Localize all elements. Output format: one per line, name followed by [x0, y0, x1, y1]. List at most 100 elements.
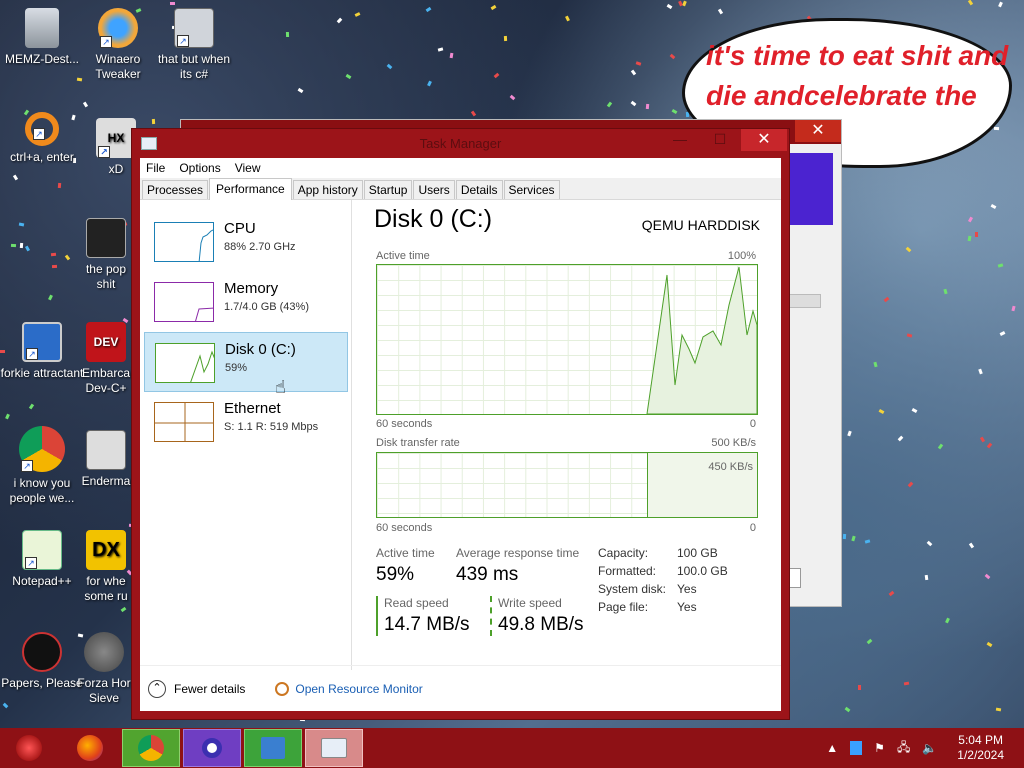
open-resource-monitor-link[interactable]: Open Resource Monitor — [295, 682, 422, 696]
task-manager-icon — [321, 738, 347, 758]
confetti-piece — [967, 235, 972, 242]
tab-startup[interactable]: Startup — [363, 180, 413, 199]
confetti-piece — [847, 430, 852, 437]
desktop-icon-forza[interactable]: Forza Hor Sieve — [76, 632, 132, 706]
read-speed-label: Read speed — [384, 596, 449, 610]
resource-name: Disk 0 (C:) — [225, 341, 296, 358]
taskbar-task-manager[interactable] — [305, 729, 363, 767]
taskbar-chrome[interactable] — [122, 729, 180, 767]
tab-performance[interactable]: Performance — [209, 178, 292, 200]
fewer-details-link[interactable]: Fewer details — [174, 682, 245, 696]
firefox-icon — [77, 735, 103, 761]
resource-ethernet[interactable]: Ethernet S: 1.1 R: 519 Mbps — [144, 392, 348, 452]
confetti-piece — [906, 333, 913, 338]
start-button[interactable] — [0, 729, 58, 767]
network-icon[interactable]: 🖧 — [897, 738, 910, 759]
flag-icon[interactable]: ⚑ — [874, 741, 885, 755]
minimize-icon[interactable]: — — [665, 129, 695, 151]
desktop-icon-csharp[interactable]: ↗ that but when its c# — [152, 8, 236, 82]
desktop-icon-pop-shit[interactable]: the pop shit — [80, 218, 132, 292]
tab-details[interactable]: Details — [455, 180, 503, 199]
chevron-up-icon[interactable]: ▲ — [826, 741, 838, 755]
confetti-piece — [24, 245, 31, 252]
confetti-piece — [926, 540, 933, 547]
confetti-piece — [986, 442, 993, 449]
transfer-rate-graph: 450 KB/s — [376, 452, 758, 518]
confetti-piece — [945, 617, 950, 624]
disk-detail-pane: Disk 0 (C:) QEMU HARDDISK Active time 10… — [372, 200, 762, 670]
taskbar-settings[interactable] — [183, 729, 241, 767]
resource-name: CPU — [224, 220, 256, 237]
desktop-icon-label: Papers, Please — [1, 676, 83, 690]
tab-users[interactable]: Users — [413, 180, 455, 199]
clock-time: 5:04 PM — [958, 733, 1003, 747]
confetti-piece — [1011, 305, 1016, 312]
resource-value: 1.7/4.0 GB (43%) — [224, 301, 309, 313]
taskbar-firefox[interactable] — [61, 729, 119, 767]
desktop-icon-for-whe[interactable]: DX for whe some ru — [80, 530, 132, 604]
desktop-icon-memz[interactable]: MEMZ-Dest... — [0, 8, 84, 67]
tab-app-history[interactable]: App history — [292, 180, 363, 199]
volume-mute-icon[interactable]: 🔈 — [922, 741, 937, 755]
confetti-piece — [974, 231, 979, 238]
confetti-piece — [878, 409, 885, 414]
menu-view[interactable]: View — [235, 161, 261, 175]
desktop-icon-ctrl-a[interactable]: ↗ ctrl+a, enter — [0, 112, 84, 165]
confetti-piece — [565, 15, 570, 22]
system-tray: ▲ ⚑ 🖧 🔈 5:04 PM 1/2/2024 — [826, 728, 1024, 768]
tab-processes[interactable]: Processes — [142, 180, 209, 199]
chevron-up-icon[interactable]: ⌃ — [148, 679, 166, 698]
keyboard-icon[interactable] — [850, 741, 863, 755]
desktop-icon-label: Embarca Dev-C+ — [81, 366, 131, 395]
maximize-icon[interactable]: ☐ — [705, 129, 735, 151]
taskbar-control-panel[interactable] — [244, 729, 302, 767]
confetti-piece — [979, 436, 986, 443]
confetti-piece — [12, 174, 19, 181]
resource-memory[interactable]: Memory 1.7/4.0 GB (43%) — [144, 272, 348, 332]
background-window-bar — [787, 294, 821, 308]
resource-cpu[interactable]: CPU 88% 2.70 GHz — [144, 212, 348, 272]
active-time-graph-duration: 60 seconds — [376, 418, 433, 430]
desktop-icon-forkie[interactable]: ↗ forkie attractant — [0, 322, 84, 381]
close-icon[interactable]: ✕ — [795, 120, 841, 142]
desktop-icon-chrome[interactable]: ↗ i know you people we... — [0, 426, 84, 506]
desktop-icon-embarcadero[interactable]: DEV Embarca Dev-C+ — [80, 322, 132, 396]
active-time-graph-label: Active time — [376, 250, 430, 262]
titlebar[interactable]: Task Manager — ☐ ✕ — [132, 129, 789, 157]
background-window-panel — [788, 153, 833, 225]
desktop-icon-notepadpp[interactable]: ↗ Notepad++ — [0, 530, 84, 589]
desktop-icon-papers-please[interactable]: Papers, Please — [0, 632, 84, 691]
clock-date: 1/2/2024 — [957, 748, 1004, 762]
confetti-piece — [449, 52, 454, 59]
confetti-piece — [19, 242, 24, 249]
write-speed-label: Write speed — [498, 596, 562, 610]
menu-options[interactable]: Options — [179, 161, 220, 175]
confetti-piece — [907, 481, 914, 488]
confetti-piece — [5, 413, 10, 420]
confetti-piece — [28, 403, 35, 410]
recycle-bin-icon — [25, 8, 59, 48]
clock[interactable]: 5:04 PM 1/2/2024 — [957, 733, 1004, 763]
flash-icon — [84, 632, 124, 672]
close-icon[interactable]: ✕ — [741, 129, 787, 151]
desktop-icon-label: Forza Hor Sieve — [77, 676, 131, 705]
confetti-piece — [297, 87, 304, 94]
confetti-piece — [64, 254, 71, 261]
disk-thumbnail-graph — [155, 343, 215, 383]
menu-file[interactable]: File — [146, 161, 165, 175]
confetti-piece — [682, 0, 687, 7]
desktop-icon-winaero[interactable]: ↗ Winaero Tweaker — [76, 8, 160, 82]
desktop-icon-label: Notepad++ — [12, 574, 72, 588]
confetti-piece — [48, 294, 53, 301]
confetti-piece — [842, 533, 847, 540]
orange-ring-icon: ↗ — [25, 112, 59, 146]
background-window-button[interactable] — [789, 568, 801, 588]
chrome-icon — [138, 735, 164, 761]
desktop-icon-enderman[interactable]: Enderma — [80, 430, 132, 489]
confetti-piece — [50, 252, 57, 257]
confetti-piece — [2, 702, 9, 709]
tab-services[interactable]: Services — [503, 180, 560, 199]
control-panel-icon — [261, 737, 285, 759]
confetti-piece — [120, 606, 127, 613]
resource-disk[interactable]: Disk 0 (C:) 59% ☝ — [144, 332, 348, 397]
